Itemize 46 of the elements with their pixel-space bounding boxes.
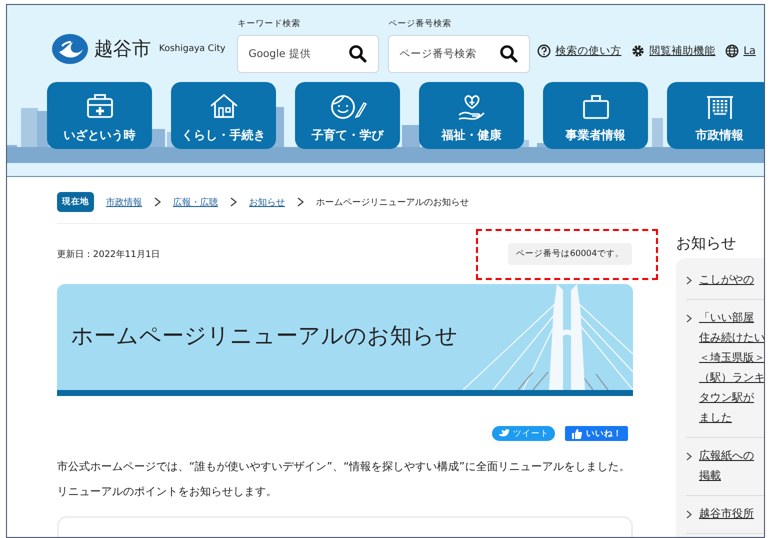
breadcrumb-link[interactable]: 市政情報 bbox=[106, 196, 142, 208]
search-icon bbox=[349, 45, 368, 63]
category-tile[interactable]: 事業者情報 bbox=[543, 82, 648, 149]
city-logo-icon bbox=[52, 34, 88, 64]
category-tile[interactable]: くらし・手続き bbox=[171, 82, 276, 149]
news-link[interactable]: こしがやの bbox=[699, 270, 754, 290]
search-icon bbox=[500, 45, 518, 63]
breadcrumb-link[interactable]: 広報・広聴 bbox=[173, 196, 218, 208]
city-name-latin: Koshigaya City bbox=[159, 44, 226, 54]
thumbs-up-icon bbox=[571, 428, 583, 440]
chevron-icon bbox=[230, 197, 237, 207]
city-name: 越谷市 bbox=[94, 37, 151, 62]
chevron-icon bbox=[297, 197, 304, 207]
category-tile[interactable]: 福祉・健康 bbox=[419, 82, 524, 149]
breadcrumb-link[interactable]: お知らせ bbox=[249, 196, 285, 208]
chevron-icon bbox=[686, 452, 692, 461]
body-text: 市公式ホームページでは、“誰もが使いやすいデザイン”、“情報を探しやすい構成”に全面リニューアルをしました。リニューアルのポイントをお知らせします。 bbox=[57, 459, 631, 500]
search-field[interactable]: Google 提供 bbox=[237, 35, 380, 73]
breadcrumb-current: ホームページリニューアルのお知らせ bbox=[316, 196, 469, 208]
page-number-label: ページ番号は60004です。 bbox=[508, 243, 632, 265]
search-label: ページ番号検索 bbox=[388, 18, 452, 30]
header-link[interactable]: 検索の使い方 bbox=[555, 44, 622, 58]
search-field[interactable]: ページ番号検索 bbox=[388, 35, 530, 73]
category-tile[interactable]: いざという時 bbox=[47, 82, 152, 149]
news-link[interactable]: 「いい部屋 住み続けたい ＜埼玉県版＞ （駅）ランキ タウン駅が ました bbox=[699, 308, 764, 428]
news-link[interactable]: 越谷市役所 bbox=[699, 504, 754, 524]
location-badge: 現在地 bbox=[57, 192, 94, 212]
share-button[interactable]: いいね！ bbox=[565, 426, 628, 441]
category-tile[interactable]: 市政情報 bbox=[667, 82, 764, 149]
news-link[interactable]: 広報紙への 掲載 bbox=[699, 446, 754, 486]
header-link[interactable]: 閲覧補助機能 bbox=[649, 44, 716, 58]
news-heading: お知らせ bbox=[676, 234, 737, 253]
category-tile[interactable]: 子育て・学び bbox=[295, 82, 400, 149]
page-title: ホームページリニューアルのお知らせ bbox=[71, 323, 458, 351]
chevron-icon bbox=[686, 314, 692, 323]
chevron-icon bbox=[154, 197, 161, 207]
help-icon bbox=[537, 44, 552, 58]
globe-icon bbox=[725, 44, 740, 58]
chevron-icon bbox=[686, 510, 692, 519]
updated-date: 更新日：2022年11月1日 bbox=[57, 248, 160, 260]
header-link[interactable]: La bbox=[743, 45, 756, 57]
house-icon bbox=[208, 91, 240, 121]
gear-icon bbox=[631, 44, 646, 58]
search-label: キーワード検索 bbox=[237, 18, 302, 30]
chevron-icon bbox=[686, 276, 692, 285]
bird-icon bbox=[498, 428, 510, 440]
